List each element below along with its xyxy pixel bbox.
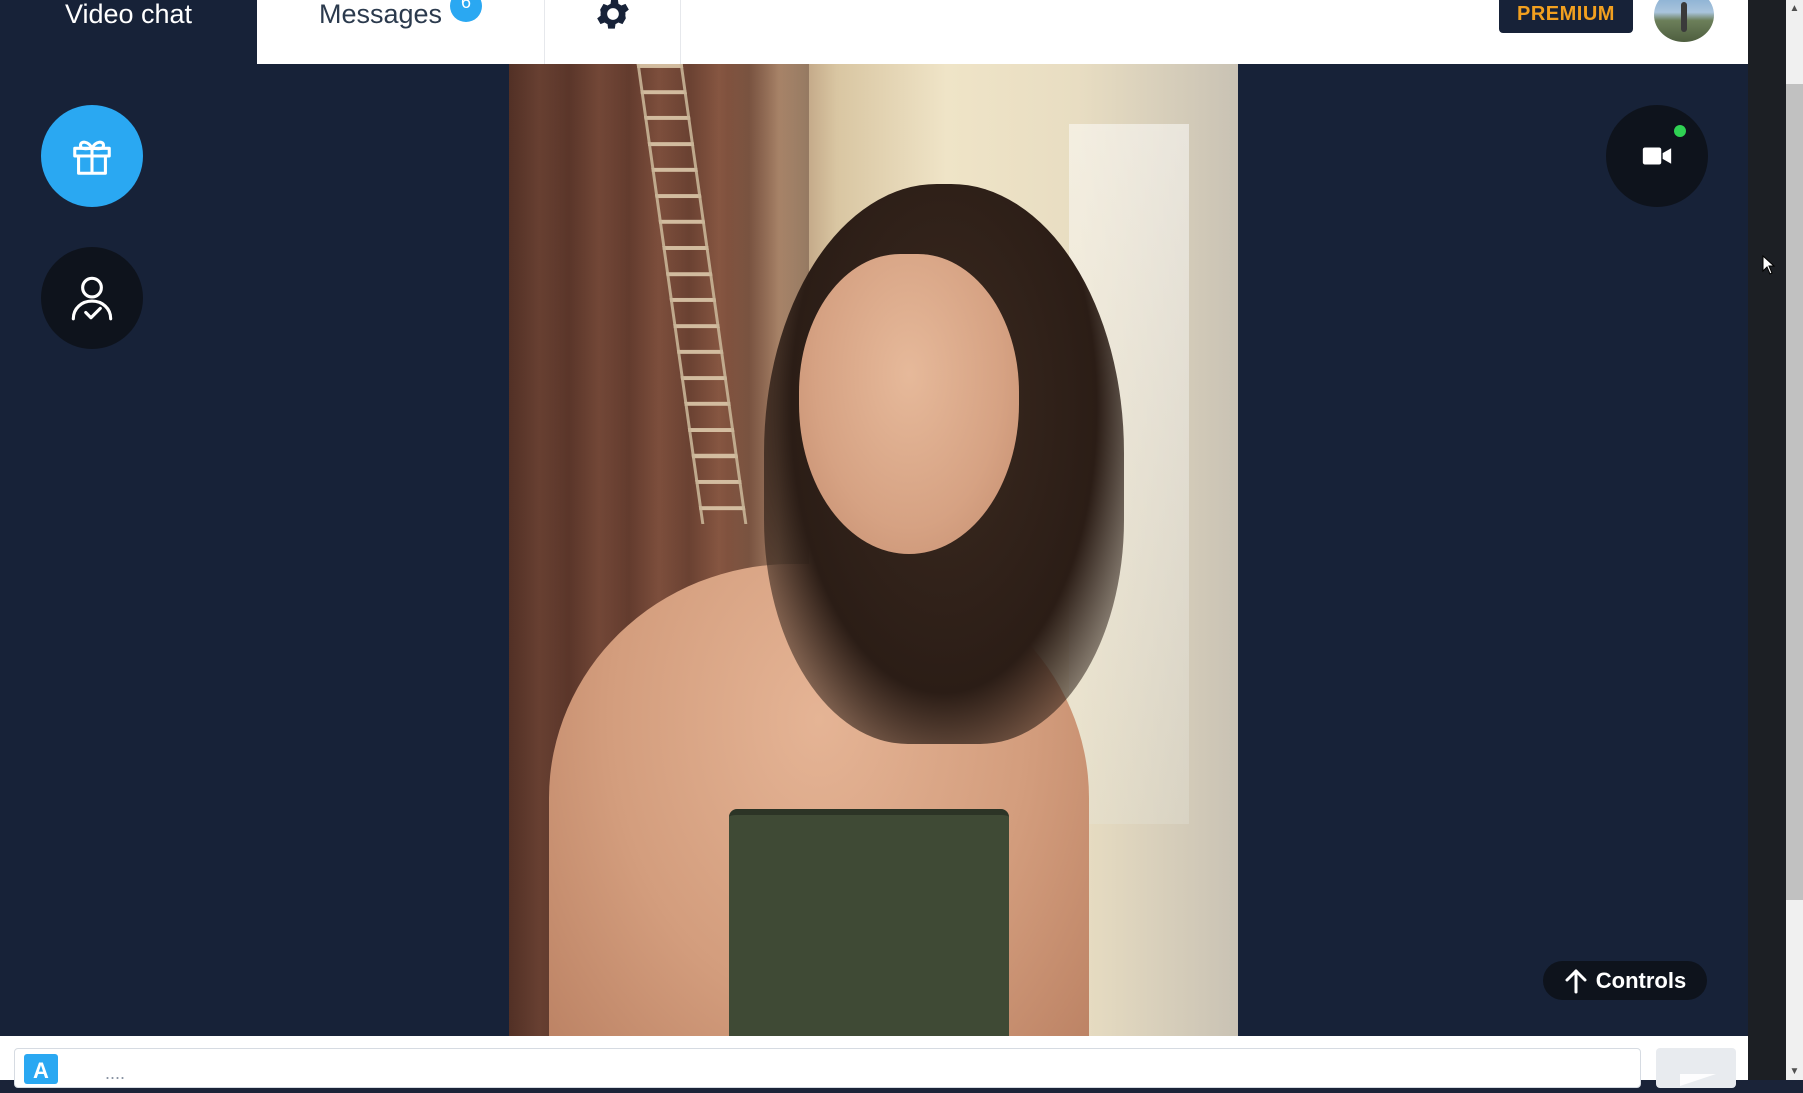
- scroll-up-arrow[interactable]: ▲: [1786, 0, 1803, 17]
- video-person-face: [799, 254, 1019, 554]
- tab-settings[interactable]: [545, 0, 681, 64]
- tab-video-chat[interactable]: Video chat: [0, 0, 257, 64]
- arrow-up-icon: [1565, 969, 1587, 993]
- scrollbar-thumb[interactable]: [1786, 84, 1803, 900]
- message-composer: .... A: [0, 1036, 1748, 1088]
- controls-label: Controls: [1595, 967, 1687, 993]
- tab-video-chat-label: Video chat: [64, 0, 193, 29]
- video-chat-app: Video chat Messages 6 PREMIUM Controls .…: [0, 0, 1748, 1088]
- message-input[interactable]: ....: [14, 1048, 1641, 1088]
- top-navigation-bar: Video chat Messages 6 PREMIUM: [0, 0, 1748, 64]
- send-message-button[interactable]: [1656, 1048, 1736, 1088]
- gift-icon: [73, 140, 111, 175]
- tab-messages-label: Messages: [318, 0, 443, 29]
- camera-active-indicator: [1674, 125, 1686, 137]
- video-stage: Controls: [0, 64, 1748, 1036]
- mouse-cursor-icon: [1762, 254, 1776, 280]
- send-icon: [1680, 1074, 1716, 1086]
- video-camera-icon: [1642, 147, 1672, 165]
- send-gift-button[interactable]: [41, 105, 143, 207]
- camera-toggle-button[interactable]: [1606, 105, 1708, 207]
- video-person-top: [729, 809, 1009, 1036]
- avatar-figure: [1681, 2, 1687, 32]
- messages-count-badge: 6: [450, 0, 483, 22]
- view-profile-button[interactable]: [41, 247, 143, 349]
- scroll-down-arrow[interactable]: ▼: [1786, 1063, 1803, 1080]
- controls-button[interactable]: Controls: [1543, 961, 1707, 1000]
- page-gutter: [1748, 0, 1786, 1080]
- premium-button[interactable]: PREMIUM: [1499, 0, 1633, 33]
- user-avatar[interactable]: [1654, 0, 1714, 42]
- user-check-icon: [71, 276, 113, 321]
- gear-icon: [596, 0, 629, 29]
- remote-video-feed: [509, 64, 1238, 1036]
- tab-messages[interactable]: Messages 6: [257, 0, 545, 64]
